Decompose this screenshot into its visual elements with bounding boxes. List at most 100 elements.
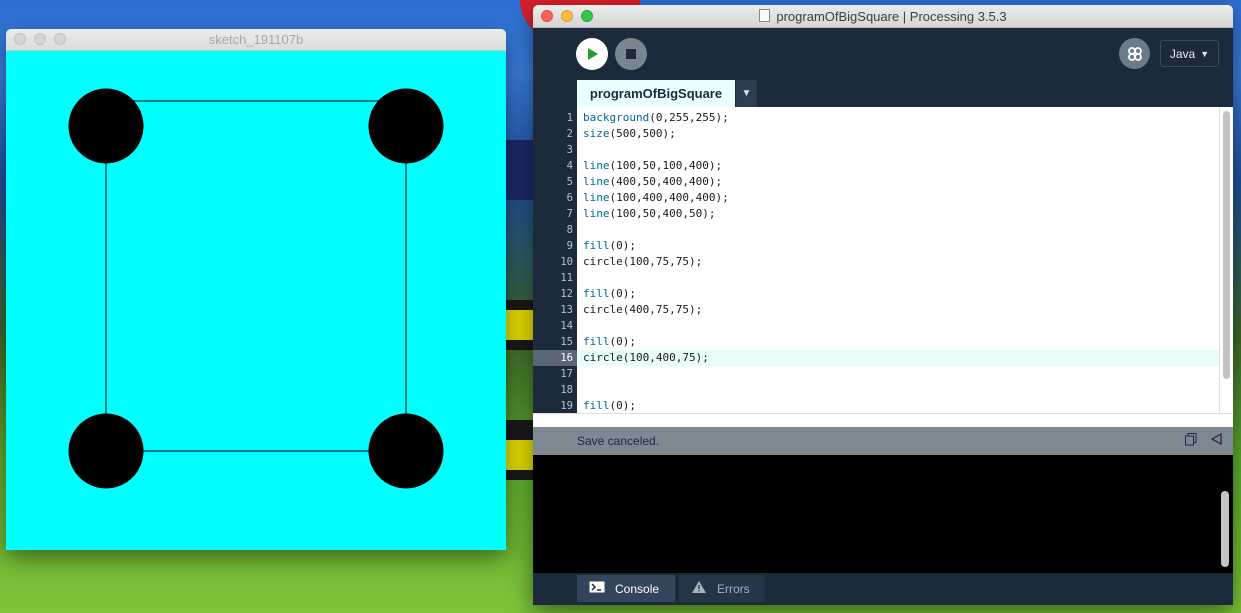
line-number: 4	[566, 160, 573, 172]
code-text: fill(0);	[583, 334, 636, 350]
code-line[interactable]: 18	[533, 382, 1219, 398]
code-args: (0);	[609, 287, 637, 300]
line-number: 16	[560, 352, 573, 364]
code-line[interactable]: 13 circle(400,75,75);	[533, 302, 1219, 318]
code-keyword: size	[583, 127, 610, 140]
warning-icon	[691, 580, 707, 597]
code-text: background(0,255,255);	[583, 110, 729, 126]
code-line[interactable]: 7 line(100,50,400,50);	[533, 206, 1219, 222]
code-line[interactable]: 12 fill(0);	[533, 286, 1219, 302]
processing-ide-window: programOfBigSquare | Processing 3.5.3 Ja…	[533, 5, 1233, 605]
sketch-window: sketch_191107b	[6, 29, 506, 550]
console-icon	[589, 581, 605, 596]
code-line[interactable]: 5 line(400,50,400,400);	[533, 174, 1219, 190]
line-number: 13	[560, 304, 573, 316]
errors-tab-label: Errors	[717, 581, 750, 596]
code-editor[interactable]: 1 background(0,255,255); 2 size(500,500); 3 4…	[533, 107, 1219, 413]
tab-menu-button[interactable]: ▼	[736, 80, 757, 107]
code-keyword: background	[583, 111, 650, 124]
ide-title-text: programOfBigSquare | Processing 3.5.3	[776, 9, 1007, 24]
code-line[interactable]: 9 fill(0);	[533, 238, 1219, 254]
code-text: circle(100,75,75);	[583, 254, 702, 270]
circle-top-left	[68, 88, 144, 164]
code-args: (0);	[609, 399, 637, 412]
code-line[interactable]: 17	[533, 366, 1219, 382]
chevron-down-icon: ▼	[1200, 48, 1210, 59]
sketch-titlebar[interactable]: sketch_191107b	[6, 29, 506, 51]
code-line[interactable]: 14	[533, 318, 1219, 334]
status-bar: Save canceled.	[533, 427, 1233, 455]
code-keyword: line	[583, 207, 610, 220]
code-text: fill(0);	[583, 238, 636, 254]
tab-label: programOfBigSquare	[589, 86, 723, 101]
bottom-tab-bar: Console Errors	[533, 573, 1233, 605]
line-number: 14	[560, 320, 573, 332]
console-output[interactable]	[533, 455, 1233, 573]
code-text: circle(100,400,75);	[583, 350, 709, 366]
line-number: 8	[566, 224, 573, 236]
sketch-drawing	[6, 51, 506, 550]
line-number: 6	[566, 192, 573, 204]
line-number: 11	[560, 272, 573, 284]
code-keyword: fill	[583, 399, 610, 412]
tab-console[interactable]: Console	[577, 575, 675, 602]
code-keyword: fill	[583, 239, 610, 252]
line-number: 9	[566, 240, 573, 252]
tab-errors[interactable]: Errors	[679, 575, 765, 602]
code-line[interactable]: 1 background(0,255,255);	[533, 110, 1219, 126]
code-args: (0);	[609, 239, 637, 252]
copy-icon[interactable]	[1185, 433, 1199, 447]
debugger-button[interactable]	[1119, 38, 1150, 69]
code-args: circle(400,75,75);	[583, 303, 703, 316]
code-text: line(100,50,400,50);	[583, 206, 715, 222]
code-args: (100,400,400,400);	[609, 191, 729, 204]
sketch-canvas[interactable]	[6, 51, 506, 550]
line-number: 5	[566, 176, 573, 188]
mode-select-label: Java	[1169, 46, 1196, 61]
console-scrollbar[interactable]	[1221, 491, 1229, 567]
tab-programofbigsquare[interactable]: programOfBigSquare	[577, 80, 735, 107]
code-line[interactable]: 16 circle(100,400,75);	[533, 350, 1219, 366]
line-number: 3	[566, 144, 573, 156]
editor-scroll-thumb[interactable]	[1223, 111, 1230, 379]
sketch-window-title: sketch_191107b	[208, 32, 304, 47]
code-args: (500,500);	[609, 127, 676, 140]
line-number: 2	[566, 128, 573, 140]
line-number: 15	[560, 336, 573, 348]
code-line[interactable]: 3	[533, 142, 1219, 158]
code-keyword: fill	[583, 335, 610, 348]
code-line[interactable]: 19 fill(0);	[533, 398, 1219, 413]
line-number: 19	[560, 400, 573, 412]
stop-icon	[626, 49, 636, 59]
code-line[interactable]: 2 size(500,500);	[533, 126, 1219, 142]
code-keyword: fill	[583, 287, 610, 300]
editor-tab-bar: programOfBigSquare ▼	[533, 80, 1233, 107]
ide-window-title: programOfBigSquare | Processing 3.5.3	[533, 9, 1233, 24]
code-args: (0);	[609, 335, 637, 348]
stop-button[interactable]	[615, 38, 647, 70]
line-number: 17	[560, 368, 573, 380]
run-button[interactable]	[576, 38, 608, 70]
code-args: (100,50,100,400);	[609, 159, 723, 172]
editor-vertical-scrollbar[interactable]	[1219, 107, 1233, 413]
status-message: Save canceled.	[577, 434, 660, 448]
mode-select[interactable]: Java ▼	[1160, 40, 1219, 67]
code-line[interactable]: 4 line(100,50,100,400);	[533, 158, 1219, 174]
code-line[interactable]: 15 fill(0);	[533, 334, 1219, 350]
collapse-triangle-icon[interactable]	[1210, 432, 1225, 447]
ide-titlebar[interactable]: programOfBigSquare | Processing 3.5.3	[533, 5, 1233, 28]
code-args: circle(100,400,75);	[583, 351, 709, 364]
code-keyword: line	[583, 159, 610, 172]
code-keyword: line	[583, 191, 610, 204]
document-icon	[759, 9, 771, 22]
code-line[interactable]: 8	[533, 222, 1219, 238]
code-text: fill(0);	[583, 398, 636, 413]
code-line[interactable]: 6 line(100,400,400,400);	[533, 190, 1219, 206]
circle-top-right	[368, 88, 444, 164]
code-args: (100,50,400,50);	[609, 207, 716, 220]
code-line[interactable]: 11	[533, 270, 1219, 286]
editor-horizontal-scrollbar[interactable]	[533, 413, 1233, 427]
code-text: size(500,500);	[583, 126, 676, 142]
code-line[interactable]: 10 circle(100,75,75);	[533, 254, 1219, 270]
debugger-icon	[1127, 46, 1142, 61]
